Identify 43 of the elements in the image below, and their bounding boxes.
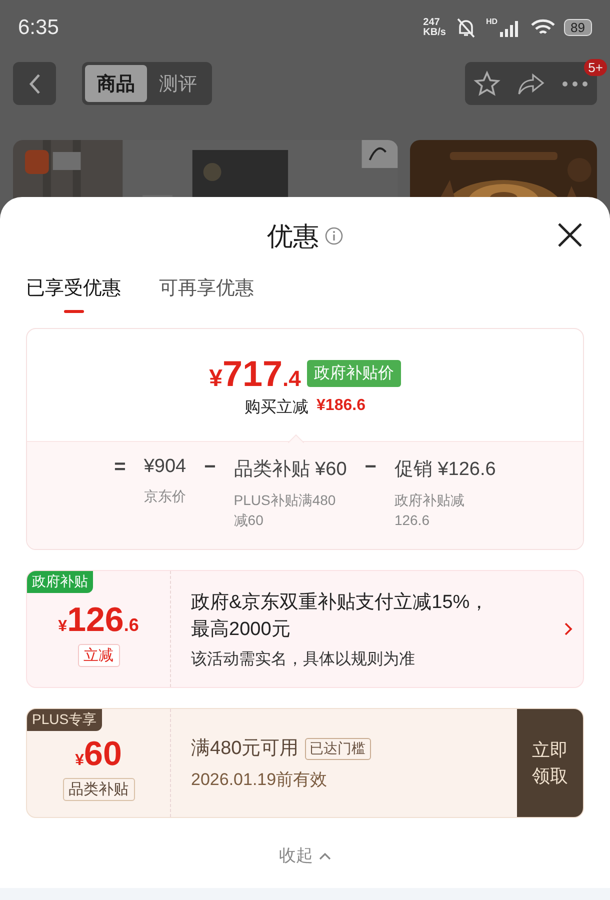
coupon-label: PLUS专享 [27,709,102,731]
chevron-up-icon[interactable] [319,852,331,860]
price-tag: 政府补贴价 [306,360,401,387]
network-label: HD [486,16,498,26]
offer-tab[interactable]: 可再享优惠 [159,275,254,313]
page-tab[interactable]: 商品 [85,65,147,102]
back-button[interactable] [13,62,56,105]
coupon-amount: ¥126.6 [58,601,139,640]
breakdown-note: PLUS补贴满480减60 [234,491,337,530]
coupon-subtitle: 该活动需实名，具体以规则为准 [191,650,416,670]
speed-unit: KB/s [423,28,446,38]
reduction-amount: ¥186.6 [316,396,366,416]
coupon-label: 政府补贴 [27,571,93,593]
close-button[interactable] [556,221,584,249]
collapse-button[interactable]: 收起 [275,840,335,871]
sheet-title: 优惠 [267,220,319,252]
coupon-tag: 立减 [78,644,120,667]
battery-level: 89 [564,19,592,36]
operator-sign: − [364,456,376,480]
coupon-amount: ¥60 [75,735,122,774]
operator-sign: − [204,456,216,480]
chevron-right-icon[interactable] [564,622,572,636]
offer-tab[interactable]: 已享受优惠 [26,275,121,313]
notification-badge: 5+ [584,59,607,76]
operator-sign: = [114,456,126,480]
clock-time: 6:35 [18,16,59,40]
breakdown-value: 品类补贴 ¥60 [234,458,347,482]
speed-value: 247 [423,18,441,28]
final-price: ¥717.4 [209,352,301,394]
threshold-badge: 已达门槛 [304,738,371,760]
claim-button[interactable]: 立即领取 [517,709,583,817]
page-tab[interactable]: 测评 [147,65,209,102]
coupon-title: 政府&京东双重补贴支付立减15%，最高2000元 [191,590,490,642]
back-icon[interactable] [28,72,42,94]
reduction-label: 购买立减 [244,398,309,418]
info-icon[interactable] [325,227,343,245]
breakdown-value: 促销 ¥126.6 [394,458,496,482]
coupon-subtitle: 2026.01.19前有效 [191,769,328,791]
breakdown-note: 京东价 [144,487,186,506]
coupon-title: 满480元可用 [191,737,299,761]
breakdown-note: 政府补贴减126.6 [394,491,466,530]
breakdown-value: ¥904 [144,456,186,478]
coupon-tag: 品类补贴 [62,778,134,801]
